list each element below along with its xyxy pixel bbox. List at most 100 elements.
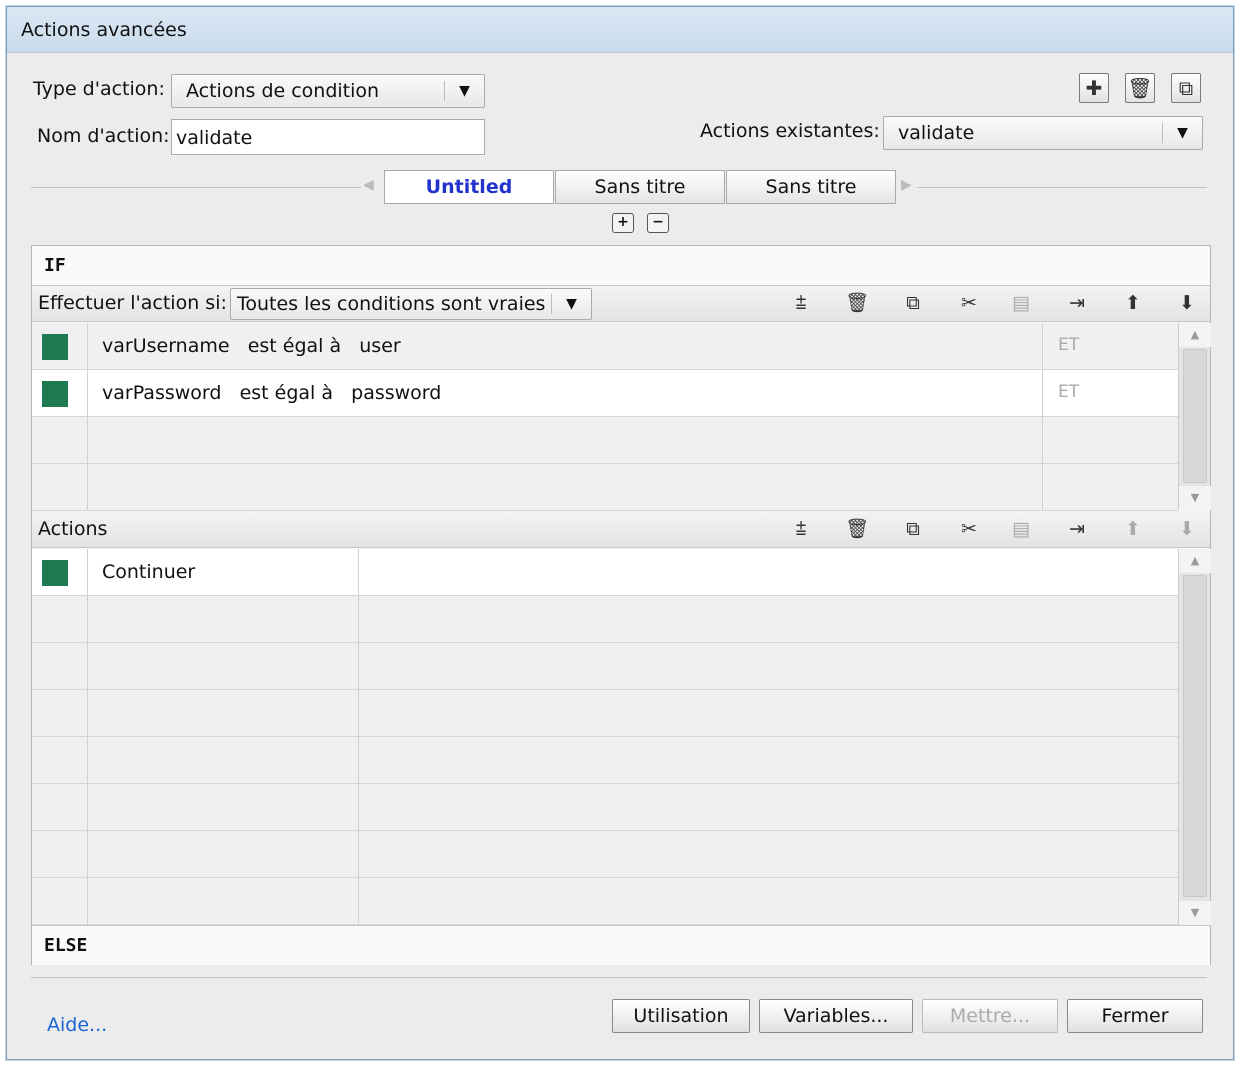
row-marker-cell — [32, 690, 88, 736]
column-divider — [358, 784, 359, 830]
tab-scroll-left-icon[interactable]: ◀ — [363, 177, 374, 193]
paste-as-new-icon[interactable]: ⇥ — [1064, 516, 1090, 542]
else-heading[interactable]: ELSE — [32, 925, 1210, 965]
row-marker-cell — [32, 831, 88, 877]
arrow-down-icon[interactable]: ⬇ — [1174, 516, 1200, 542]
advanced-actions-dialog: Actions avancées Type d'action: Actions … — [6, 6, 1234, 1060]
action-name-label: Nom d'action: — [37, 125, 170, 147]
conditions-table: varUsername est égal à user ET varPasswo… — [32, 323, 1178, 511]
action-type-dropdown[interactable]: Actions de condition ▼ — [171, 74, 485, 108]
conditions-scrollbar[interactable]: ▲ ▼ — [1178, 323, 1211, 510]
usage-button[interactable]: Utilisation — [612, 999, 750, 1033]
delete-action-button[interactable]: 🗑 — [1125, 73, 1155, 103]
row-marker-cell — [32, 643, 88, 689]
add-icon: ✚ — [1085, 76, 1103, 100]
table-row[interactable] — [32, 643, 1178, 690]
existing-actions-dropdown[interactable]: validate ▼ — [883, 116, 1203, 150]
row-marker-cell — [32, 417, 88, 463]
copy-icon[interactable]: ⧉ — [900, 290, 926, 316]
duplicate-icon: ⧉ — [1178, 76, 1194, 100]
row-marker-cell — [32, 784, 88, 830]
scroll-up-icon[interactable]: ▲ — [1179, 323, 1211, 347]
trash-icon[interactable]: 🗑 — [844, 290, 870, 316]
add-action-button[interactable]: ✚ — [1079, 73, 1109, 103]
duplicate-action-button[interactable]: ⧉ — [1171, 73, 1201, 103]
table-row[interactable] — [32, 878, 1178, 925]
scroll-thumb[interactable] — [1183, 349, 1207, 483]
table-row[interactable] — [32, 831, 1178, 878]
arrow-down-icon[interactable]: ⬇ — [1174, 290, 1200, 316]
variables-button[interactable]: Variables... — [759, 999, 913, 1033]
scroll-thumb[interactable] — [1183, 575, 1207, 897]
cut-icon[interactable]: ✂ — [956, 516, 982, 542]
actions-scrollbar[interactable]: ▲ ▼ — [1178, 549, 1211, 925]
scroll-up-icon[interactable]: ▲ — [1179, 549, 1211, 573]
scroll-down-icon[interactable]: ▼ — [1179, 901, 1211, 925]
column-divider — [358, 549, 359, 595]
divider — [31, 977, 1207, 978]
table-row[interactable] — [32, 417, 1178, 464]
conjunction-cell[interactable]: ET — [1058, 335, 1079, 355]
tab-sans-titre-2[interactable]: Sans titre — [726, 170, 896, 204]
tab-sans-titre-1[interactable]: Sans titre — [555, 170, 725, 204]
arrow-up-icon[interactable]: ⬆ — [1120, 290, 1146, 316]
trash-icon[interactable]: 🗑 — [844, 516, 870, 542]
table-row[interactable] — [32, 784, 1178, 831]
column-divider — [358, 643, 359, 689]
condition-text: varPassword est égal à password — [102, 382, 441, 404]
table-row[interactable] — [32, 690, 1178, 737]
actions-toolbar: Actions ⩲ 🗑 ⧉ ✂ ▤ ⇥ ⬆ ⬇ — [32, 512, 1210, 548]
arrow-up-icon[interactable]: ⬆ — [1120, 516, 1146, 542]
action-name-input[interactable]: validate — [171, 119, 485, 155]
row-color-swatch — [42, 560, 68, 586]
table-row[interactable] — [32, 596, 1178, 643]
paste-as-new-icon[interactable]: ⇥ — [1064, 290, 1090, 316]
column-divider — [358, 737, 359, 783]
insert-row-icon[interactable]: ⩲ — [788, 516, 814, 542]
column-divider — [1042, 323, 1043, 369]
row-color-swatch — [42, 381, 68, 407]
plus-icon: + — [617, 214, 629, 230]
cut-icon[interactable]: ✂ — [956, 290, 982, 316]
update-button[interactable]: Mettre... — [922, 999, 1058, 1033]
scroll-down-icon[interactable]: ▼ — [1179, 486, 1211, 510]
divider — [31, 187, 361, 188]
table-row[interactable]: varPassword est égal à password ET — [32, 370, 1178, 417]
chevron-down-icon: ▼ — [551, 294, 591, 314]
table-row[interactable]: varUsername est égal à user ET — [32, 323, 1178, 370]
row-marker-cell — [32, 464, 88, 510]
action-type-label: Type d'action: — [33, 78, 165, 100]
condition-text: varUsername est égal à user — [102, 335, 401, 357]
close-button[interactable]: Fermer — [1067, 999, 1203, 1033]
remove-decision-button[interactable]: − — [647, 213, 669, 233]
condition-value: password — [351, 382, 442, 404]
help-link[interactable]: Aide... — [47, 1014, 107, 1036]
if-toolbar: Effectuer l'action si: Toutes les condit… — [32, 286, 1210, 322]
paste-icon[interactable]: ▤ — [1008, 516, 1034, 542]
table-row[interactable] — [32, 464, 1178, 511]
condition-mode-dropdown[interactable]: Toutes les conditions sont vraies ▼ — [230, 288, 592, 320]
column-divider — [358, 690, 359, 736]
column-divider — [1042, 464, 1043, 510]
title-bar: Actions avancées — [7, 7, 1233, 53]
minus-icon: − — [652, 214, 664, 230]
tab-untitled[interactable]: Untitled — [384, 170, 554, 204]
column-divider — [1042, 417, 1043, 463]
table-row[interactable]: Continuer — [32, 549, 1178, 596]
column-divider — [358, 878, 359, 924]
row-marker-cell — [32, 370, 88, 416]
condition-variable: varPassword — [102, 382, 222, 404]
condition-operator: est égal à — [247, 335, 342, 357]
insert-row-icon[interactable]: ⩲ — [788, 290, 814, 316]
paste-icon[interactable]: ▤ — [1008, 290, 1034, 316]
row-marker-cell — [32, 737, 88, 783]
add-decision-button[interactable]: + — [612, 213, 634, 233]
table-row[interactable] — [32, 737, 1178, 784]
row-marker-cell — [32, 549, 88, 595]
copy-icon[interactable]: ⧉ — [900, 516, 926, 542]
condition-panel: IF Effectuer l'action si: Toutes les con… — [31, 245, 1211, 965]
conjunction-cell[interactable]: ET — [1058, 382, 1079, 402]
tab-scroll-right-icon[interactable]: ▶ — [901, 177, 912, 193]
condition-mode-value: Toutes les conditions sont vraies — [237, 293, 546, 315]
condition-variable: varUsername — [102, 335, 230, 357]
